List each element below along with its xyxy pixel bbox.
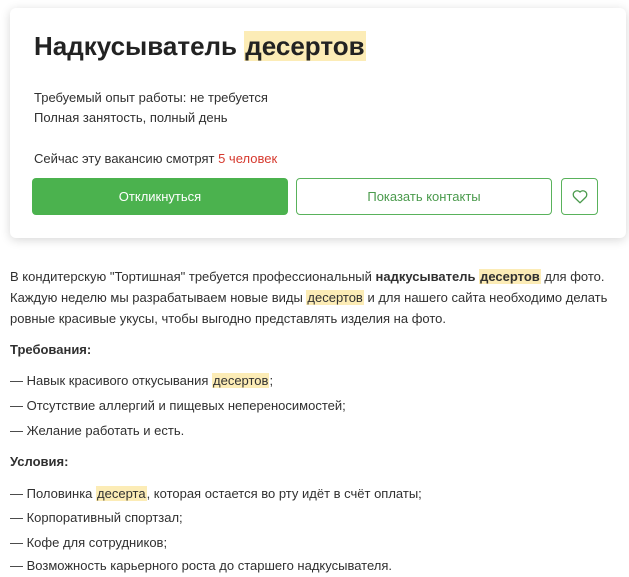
respond-button[interactable]: Откликнуться xyxy=(32,178,288,215)
heart-icon xyxy=(572,190,587,204)
intro-text-3: и для нашего сайта необходимо делать xyxy=(363,290,608,305)
requirement-item: — Отсутствие аллергий и пищевых неперено… xyxy=(10,398,346,413)
condition-text-end: , которая остается во рту идёт в счёт оп… xyxy=(146,486,422,501)
watching-prefix: Сейчас эту вакансию смотрят xyxy=(34,151,219,166)
requirement-highlight: десертов xyxy=(212,373,270,388)
vacancy-title: Надкусыватель десертов xyxy=(34,28,366,64)
intro-bold: надкусыватель десертов xyxy=(376,269,541,284)
condition-item: — Половинка десерта, которая остается во… xyxy=(10,486,422,501)
condition-highlight: десерта xyxy=(96,486,147,501)
title-highlight: десертов xyxy=(244,31,366,61)
title-text: Надкусыватель xyxy=(34,31,245,61)
intro-text-end: для фото. xyxy=(540,269,605,284)
favorite-button[interactable] xyxy=(561,178,598,215)
vacancy-card: Надкусыватель десертов Требуемый опыт ра… xyxy=(10,8,626,238)
intro-line-3: ровные красивые укусы, чтобы выгодно пре… xyxy=(10,311,446,326)
condition-item: — Возможность карьерного роста до старше… xyxy=(10,558,393,573)
intro-line-1: В кондитерскую "Тортишная" требуется про… xyxy=(10,266,620,287)
requirement-item: — Желание работать и есть. xyxy=(10,423,185,438)
requirement-item: — Навык красивого откусывания десертов; xyxy=(10,373,273,388)
watching-now: Сейчас эту вакансию смотрят 5 человек xyxy=(34,151,277,166)
requirement-text: — Навык красивого откусывания xyxy=(10,373,212,388)
intro-text: В кондитерскую "Тортишная" требуется про… xyxy=(10,269,376,284)
intro-highlight-2: десертов xyxy=(306,290,364,305)
vacancy-description: В кондитерскую "Тортишная" требуется про… xyxy=(10,266,620,329)
intro-bold-text: надкусыватель xyxy=(375,269,480,284)
condition-text: — Половинка xyxy=(10,486,97,501)
condition-item: — Корпоративный спортзал; xyxy=(10,510,183,525)
intro-text-2: Каждую неделю мы разрабатываем новые вид… xyxy=(10,290,307,305)
experience-text: Требуемый опыт работы: не требуется xyxy=(34,90,268,105)
conditions-heading: Условия: xyxy=(10,454,69,469)
show-contacts-button[interactable]: Показать контакты xyxy=(296,178,552,215)
employment-text: Полная занятость, полный день xyxy=(34,110,228,125)
intro-highlight: десертов xyxy=(479,269,541,284)
intro-line-2: Каждую неделю мы разрабатываем новые вид… xyxy=(10,287,620,308)
condition-item: — Кофе для сотрудников; xyxy=(10,535,168,550)
watching-count: 5 человек xyxy=(218,151,278,166)
requirements-heading: Требования: xyxy=(10,342,92,357)
requirement-punct: ; xyxy=(269,373,274,388)
